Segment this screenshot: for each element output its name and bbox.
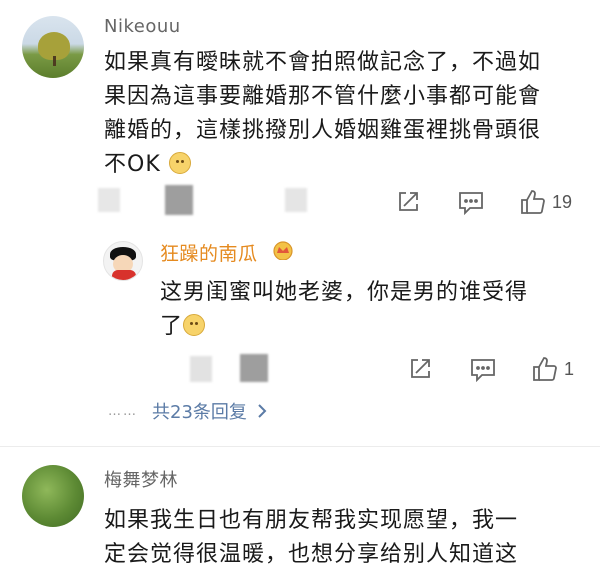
avatar-trunk (53, 56, 56, 66)
comment-icon (471, 359, 495, 382)
comment-username[interactable]: Nikeouu (104, 16, 181, 37)
reply-text-line: 了 (160, 310, 580, 344)
like-icon (521, 190, 545, 214)
comment-text-line: 果因為這事要離婚那不管什麼小事都可能會 (104, 84, 542, 109)
comment-text-line: 如果我生日也有朋友帮我实现愿望，我一 (104, 508, 519, 533)
like-button[interactable]: 1 (532, 356, 574, 382)
emoji-icon (168, 152, 191, 174)
blurred-area (165, 185, 193, 215)
comment-text-line: 不OK (104, 148, 584, 182)
like-count: 1 (564, 358, 575, 379)
like-icon (533, 357, 557, 381)
like-button[interactable]: 19 (520, 189, 572, 215)
comment-text-line-part: 不OK (104, 152, 161, 177)
comment-button[interactable] (470, 358, 496, 382)
share-button[interactable] (396, 190, 420, 214)
avatar[interactable] (103, 241, 143, 281)
blurred-area (190, 356, 212, 382)
emoji-icon (183, 314, 206, 336)
like-count: 19 (552, 191, 573, 212)
more-replies-label: 共23条回复 (152, 402, 247, 423)
comment-text-line: 離婚的，這樣挑撥別人婚姻雞蛋裡挑骨頭很 (104, 118, 542, 143)
share-icon (399, 192, 418, 211)
more-replies-dots: …… (108, 403, 138, 419)
comment-icon (459, 192, 483, 215)
blurred-area (285, 188, 307, 212)
reply-text-line: 这男闺蜜叫她老婆，你是男的谁受得 (160, 280, 529, 305)
comment-text-line: 如果真有曖昧就不會拍照做記念了，不過如 (104, 50, 542, 75)
share-icon (411, 359, 430, 378)
comment-text-line: 定会觉得很温暖，也想分享给别人知道这 (104, 542, 519, 567)
comment-button[interactable] (458, 191, 484, 215)
avatar[interactable] (22, 16, 84, 78)
reply-username[interactable]: 狂躁的南瓜 (160, 239, 258, 266)
comment-text: 如果我生日也有朋友帮我实现愿望，我一 定会觉得很温暖，也想分享给别人知道这 (104, 504, 574, 572)
avatar-shirt (112, 270, 136, 280)
vip-crown-icon (273, 241, 293, 260)
comment-text: 如果真有曖昧就不會拍照做記念了，不過如 果因為這事要離婚那不管什麼小事都可能會 … (104, 46, 584, 182)
blurred-area (98, 188, 120, 212)
reply-text: 这男闺蜜叫她老婆，你是男的谁受得 了 (160, 276, 580, 344)
divider (0, 446, 600, 447)
chevron-right-icon (258, 404, 267, 418)
more-replies-link[interactable]: …… 共23条回复 (108, 398, 267, 424)
share-button[interactable] (408, 357, 432, 381)
blurred-area (240, 354, 268, 382)
comment-username[interactable]: 梅舞梦林 (104, 466, 178, 492)
avatar[interactable] (22, 465, 84, 527)
reply-text-line-part: 了 (160, 314, 184, 339)
